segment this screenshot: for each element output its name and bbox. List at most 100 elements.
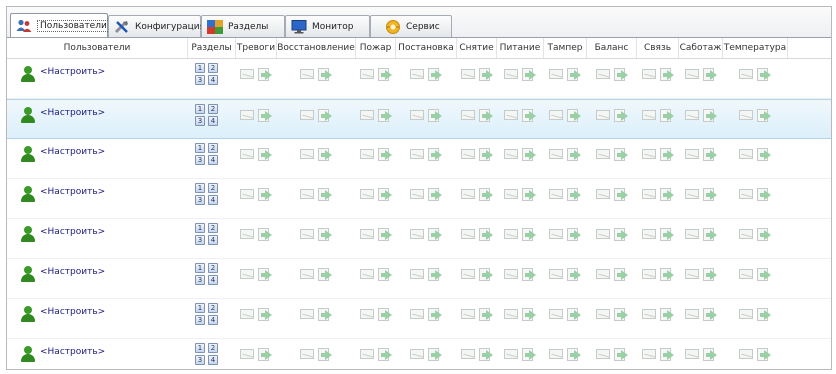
notify-send-icon[interactable] [410, 67, 443, 81]
notify-send-icon[interactable] [359, 267, 393, 281]
notify-send-icon[interactable] [300, 227, 333, 241]
notify-send-icon[interactable] [300, 147, 333, 161]
partition-toggle[interactable]: 1 [195, 223, 205, 233]
notify-send-icon[interactable] [300, 108, 333, 122]
table-row[interactable]: <Настроить> 1 2 3 4 [7, 219, 831, 259]
user-cell[interactable]: <Настроить> [7, 139, 188, 178]
partition-toggle[interactable]: 2 [208, 183, 218, 193]
table-row[interactable]: <Настроить> 1 2 3 4 [7, 179, 831, 219]
user-cell[interactable]: <Настроить> [7, 339, 188, 369]
notify-send-icon[interactable] [739, 227, 772, 241]
partition-toggle[interactable]: 4 [208, 155, 218, 165]
table-row[interactable]: <Настроить> 1 2 3 4 [7, 339, 831, 369]
user-cell[interactable]: <Настроить> [7, 259, 188, 298]
notify-send-icon[interactable] [300, 187, 333, 201]
notify-send-icon[interactable] [504, 67, 537, 81]
notify-send-icon[interactable] [240, 227, 273, 241]
partition-toggle[interactable]: 3 [195, 315, 205, 325]
notify-send-icon[interactable] [460, 267, 494, 281]
partition-toggle[interactable]: 3 [195, 235, 205, 245]
notify-send-icon[interactable] [739, 187, 772, 201]
notify-send-icon[interactable] [739, 108, 772, 122]
column-header-event[interactable]: Питание [497, 38, 544, 58]
notify-send-icon[interactable] [739, 147, 772, 161]
notify-send-icon[interactable] [504, 147, 537, 161]
notify-send-icon[interactable] [684, 67, 718, 81]
configure-user-link[interactable]: <Настроить> [40, 108, 105, 118]
notify-send-icon[interactable] [300, 267, 333, 281]
notify-send-icon[interactable] [359, 108, 393, 122]
configure-user-link[interactable]: <Настроить> [40, 227, 105, 237]
notify-send-icon[interactable] [410, 227, 443, 241]
notify-send-icon[interactable] [595, 267, 629, 281]
notify-send-icon[interactable] [684, 108, 718, 122]
notify-send-icon[interactable] [240, 108, 273, 122]
notify-send-icon[interactable] [595, 347, 629, 361]
configure-user-link[interactable]: <Настроить> [40, 187, 105, 197]
notify-send-icon[interactable] [641, 187, 675, 201]
notify-send-icon[interactable] [300, 67, 333, 81]
notify-send-icon[interactable] [684, 227, 718, 241]
partition-toggle[interactable]: 1 [195, 343, 205, 353]
notify-send-icon[interactable] [595, 147, 629, 161]
column-header-users[interactable]: Пользователи [7, 38, 188, 58]
partition-toggle[interactable]: 4 [208, 116, 218, 126]
notify-send-icon[interactable] [240, 187, 273, 201]
notify-send-icon[interactable] [300, 347, 333, 361]
notify-send-icon[interactable] [504, 227, 537, 241]
notify-send-icon[interactable] [641, 67, 675, 81]
notify-send-icon[interactable] [240, 307, 273, 321]
column-header-event[interactable]: Температура [723, 38, 788, 58]
notify-send-icon[interactable] [359, 147, 393, 161]
column-header-partitions[interactable]: Разделы [188, 38, 236, 58]
notify-send-icon[interactable] [460, 67, 494, 81]
notify-send-icon[interactable] [460, 147, 494, 161]
tab-service[interactable]: Сервис [370, 15, 452, 37]
notify-send-icon[interactable] [641, 347, 675, 361]
notify-send-icon[interactable] [240, 67, 273, 81]
notify-send-icon[interactable] [739, 307, 772, 321]
notify-send-icon[interactable] [549, 108, 582, 122]
user-cell[interactable]: <Настроить> [7, 219, 188, 258]
partition-toggle[interactable]: 2 [208, 143, 218, 153]
user-cell[interactable]: <Настроить> [7, 299, 188, 338]
notify-send-icon[interactable] [595, 67, 629, 81]
notify-send-icon[interactable] [410, 147, 443, 161]
partition-toggle[interactable]: 2 [208, 63, 218, 73]
notify-send-icon[interactable] [504, 108, 537, 122]
partition-toggle[interactable]: 4 [208, 75, 218, 85]
notify-send-icon[interactable] [595, 108, 629, 122]
partition-toggle[interactable]: 1 [195, 143, 205, 153]
notify-send-icon[interactable] [300, 307, 333, 321]
tab-configuration[interactable]: Конфигурация [108, 15, 205, 37]
tab-users[interactable]: Пользователи [10, 13, 110, 38]
partition-toggle[interactable]: 2 [208, 104, 218, 114]
partition-toggle[interactable]: 3 [195, 195, 205, 205]
column-header-event[interactable]: Баланс [587, 38, 637, 58]
table-row[interactable]: <Настроить> 1 2 3 4 [7, 299, 831, 339]
notify-send-icon[interactable] [684, 187, 718, 201]
notify-send-icon[interactable] [739, 67, 772, 81]
notify-send-icon[interactable] [595, 187, 629, 201]
partition-toggle[interactable]: 4 [208, 235, 218, 245]
notify-send-icon[interactable] [684, 347, 718, 361]
user-cell[interactable]: <Настроить> [7, 179, 188, 218]
notify-send-icon[interactable] [410, 108, 443, 122]
partition-toggle[interactable]: 1 [195, 63, 205, 73]
table-row[interactable]: <Настроить> 1 2 3 4 [7, 99, 831, 139]
notify-send-icon[interactable] [359, 347, 393, 361]
notify-send-icon[interactable] [641, 108, 675, 122]
notify-send-icon[interactable] [359, 307, 393, 321]
notify-send-icon[interactable] [359, 227, 393, 241]
configure-user-link[interactable]: <Настроить> [40, 147, 105, 157]
notify-send-icon[interactable] [460, 307, 494, 321]
notify-send-icon[interactable] [359, 187, 393, 201]
configure-user-link[interactable]: <Настроить> [40, 67, 105, 77]
notify-send-icon[interactable] [460, 347, 494, 361]
partition-toggle[interactable]: 3 [195, 355, 205, 365]
notify-send-icon[interactable] [504, 187, 537, 201]
notify-send-icon[interactable] [240, 347, 273, 361]
partition-toggle[interactable]: 4 [208, 275, 218, 285]
configure-user-link[interactable]: <Настроить> [40, 307, 105, 317]
partition-toggle[interactable]: 3 [195, 275, 205, 285]
